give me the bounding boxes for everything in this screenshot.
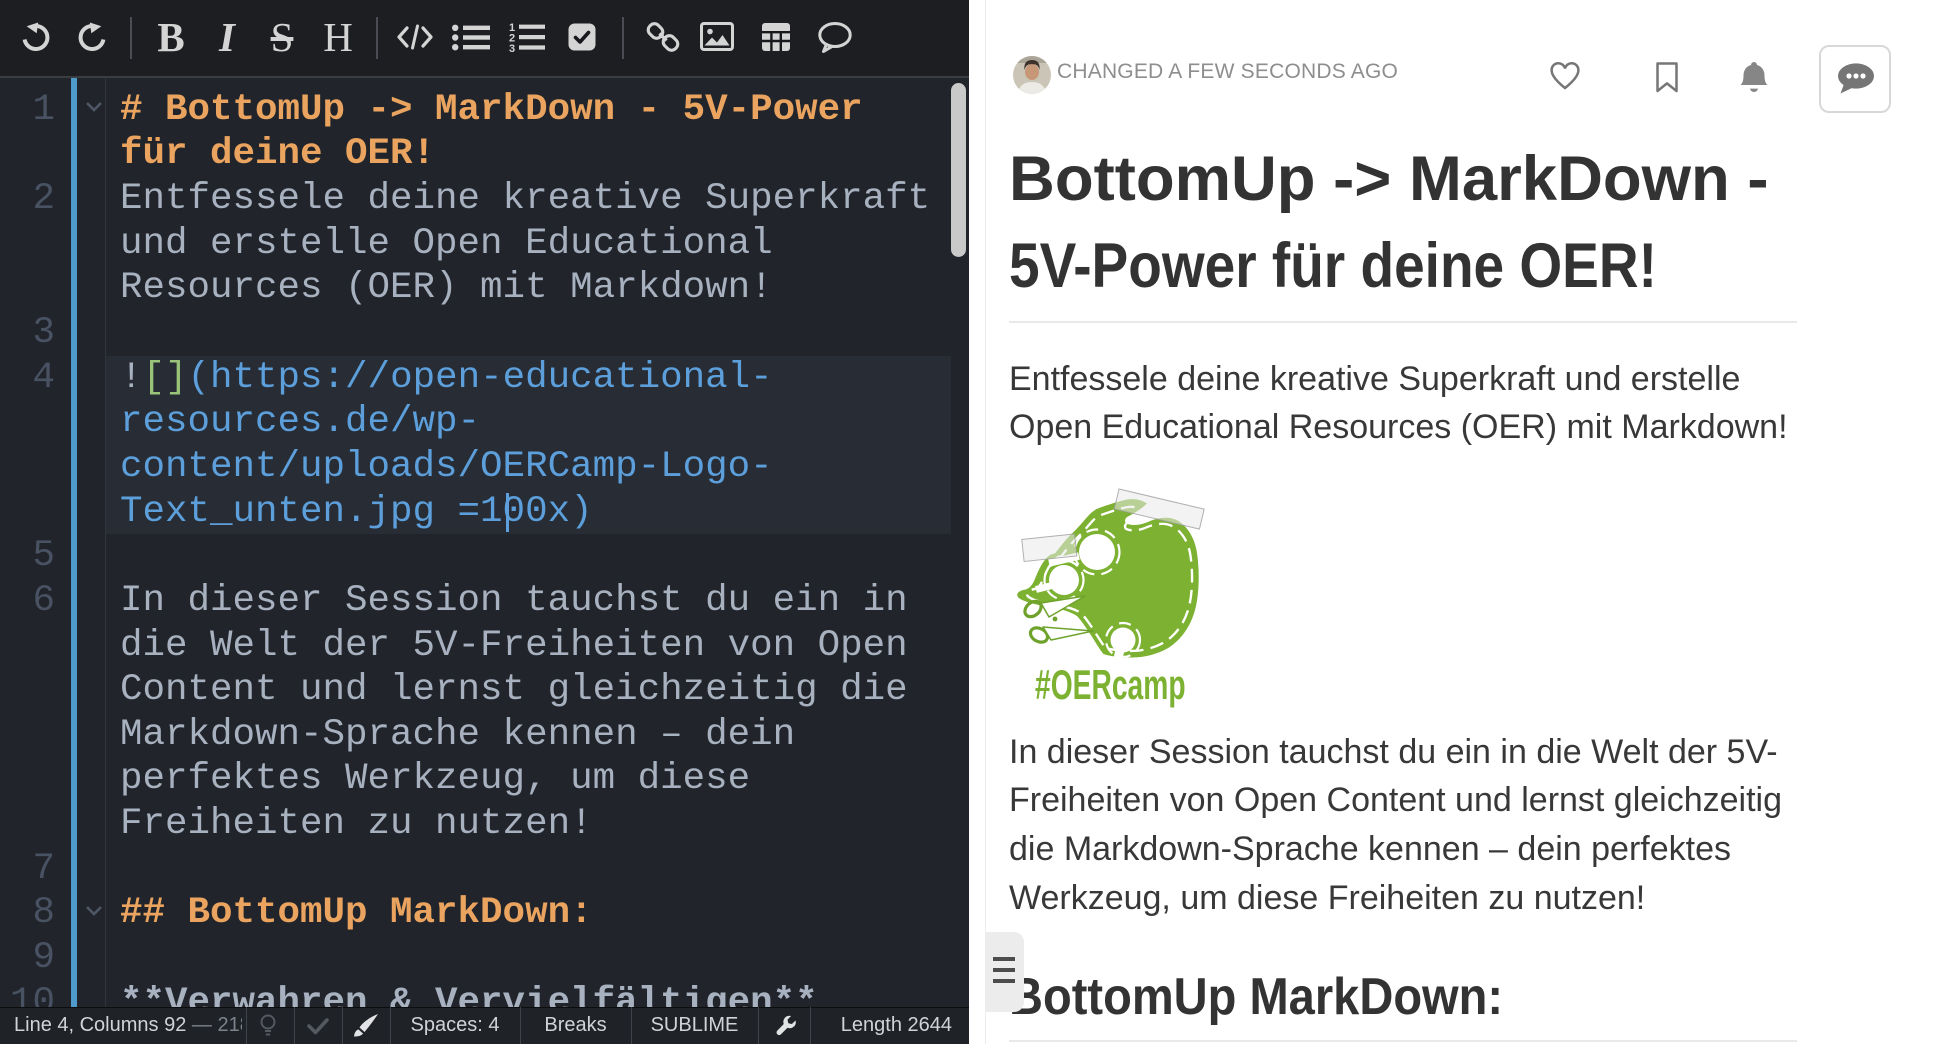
svg-text:3: 3 [509, 43, 515, 52]
